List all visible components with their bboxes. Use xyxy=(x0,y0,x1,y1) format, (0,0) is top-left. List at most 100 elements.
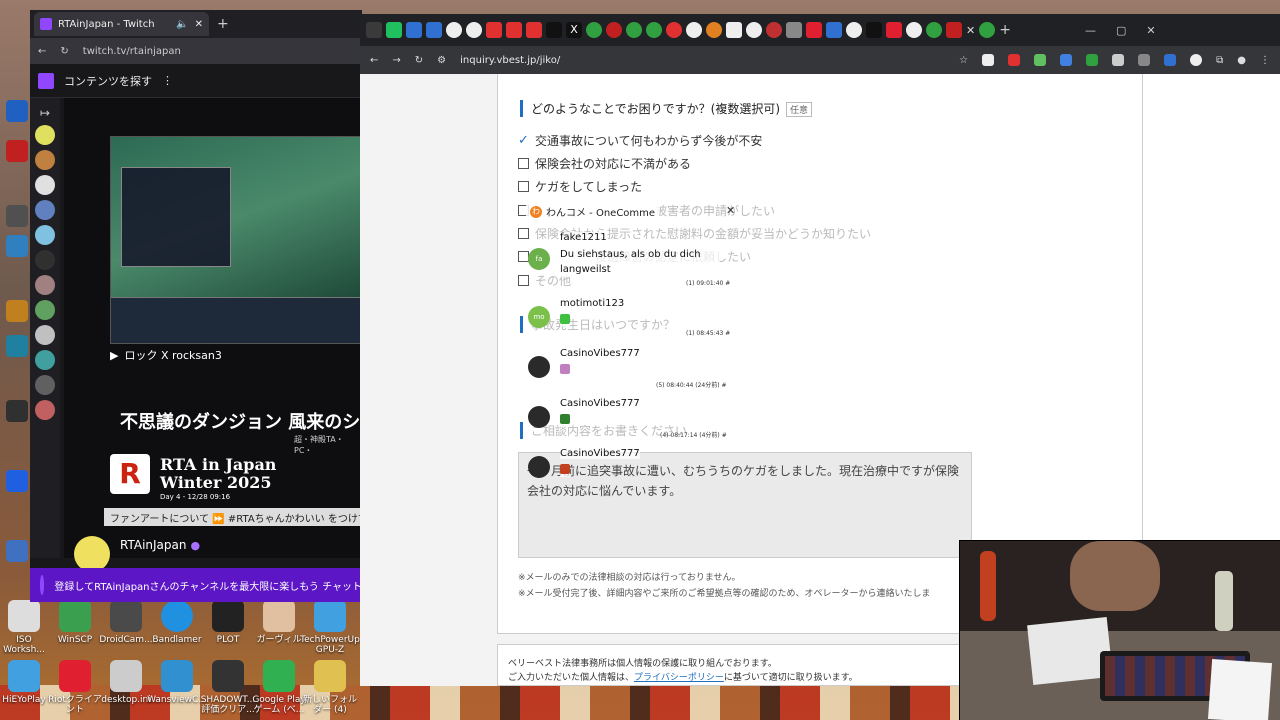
channel-avatar[interactable] xyxy=(35,375,55,395)
bookmark-star-icon[interactable]: ☆ xyxy=(959,55,968,66)
tab-icon[interactable] xyxy=(586,22,602,38)
tab-icon[interactable] xyxy=(626,22,642,38)
desktop-icon[interactable]: 新しいフォルダー (4) xyxy=(300,660,360,715)
video-player[interactable] xyxy=(110,136,362,344)
tab-icon[interactable] xyxy=(786,22,802,38)
tab-icon[interactable] xyxy=(446,22,462,38)
back-icon[interactable]: ← xyxy=(38,46,46,57)
channel-avatar[interactable] xyxy=(35,350,55,370)
extension-icon[interactable] xyxy=(1086,54,1099,66)
channel-avatar[interactable] xyxy=(74,536,110,572)
forward-icon[interactable]: → xyxy=(392,55,400,66)
tab-icon[interactable] xyxy=(926,22,942,38)
desktop-app-icon[interactable] xyxy=(6,300,28,322)
browse-link[interactable]: コンテンツを探す xyxy=(64,73,152,89)
extension-icon[interactable] xyxy=(982,54,995,66)
x-icon[interactable]: X xyxy=(566,22,582,38)
channel-name-row[interactable]: RTAinJapan ● xyxy=(120,538,200,552)
channel-avatar[interactable] xyxy=(35,325,55,345)
url-field[interactable]: inquiry.vbest.jp/jiko/ xyxy=(460,55,560,66)
more-icon[interactable]: ⋮ xyxy=(162,74,173,87)
game-menu xyxy=(121,167,231,267)
tab-icon[interactable] xyxy=(766,22,782,38)
new-tab-icon[interactable]: + xyxy=(217,16,229,32)
window-close-icon[interactable]: ✕ xyxy=(1146,24,1155,37)
tab-icon[interactable] xyxy=(386,22,402,38)
tab-icon[interactable] xyxy=(666,22,682,38)
desktop-app-icon[interactable] xyxy=(6,335,28,357)
close-tab-icon[interactable]: ✕ xyxy=(966,24,975,37)
channel-avatar[interactable] xyxy=(35,150,55,170)
extension-icon[interactable] xyxy=(1060,54,1073,66)
tab-icon[interactable] xyxy=(426,22,442,38)
tab-icon[interactable] xyxy=(846,22,862,38)
close-icon[interactable]: ✕ xyxy=(195,19,203,30)
tab-icon[interactable] xyxy=(546,22,562,38)
extension-icon[interactable] xyxy=(1190,54,1203,66)
tab-icon[interactable] xyxy=(866,22,882,38)
tab-icon[interactable] xyxy=(906,22,922,38)
tab-icon[interactable] xyxy=(726,22,742,38)
extensions-puzzle-icon[interactable]: ⧉ xyxy=(1216,55,1223,66)
subscribe-promo[interactable]: 登録してRTAinJapanさんのチャンネルを最大限に楽しもう チャット xyxy=(30,568,362,602)
tab-icon[interactable] xyxy=(826,22,842,38)
site-info-icon[interactable]: ⚙ xyxy=(437,55,446,66)
tab-icon[interactable] xyxy=(806,22,822,38)
extension-icon[interactable] xyxy=(1138,54,1151,66)
extension-icon[interactable] xyxy=(1034,54,1047,66)
channel-avatar[interactable] xyxy=(35,125,55,145)
speaker-icon[interactable]: 🔈 xyxy=(176,19,188,30)
tab-icon[interactable] xyxy=(886,22,902,38)
tab-icon[interactable] xyxy=(706,22,722,38)
desktop-app-icon[interactable] xyxy=(6,140,28,162)
close-icon[interactable]: ✕ xyxy=(726,204,735,217)
option-checkbox[interactable]: ケガをしてしまった xyxy=(518,178,642,195)
minimize-icon[interactable]: — xyxy=(1085,24,1096,37)
collapse-icon[interactable]: ↦ xyxy=(30,106,60,120)
channel-avatar[interactable] xyxy=(35,400,55,420)
new-tab-icon[interactable]: + xyxy=(999,22,1011,38)
extension-icon[interactable] xyxy=(1164,54,1177,66)
tab-icon[interactable] xyxy=(506,22,522,38)
tab-icon[interactable] xyxy=(466,22,482,38)
tab-icon[interactable] xyxy=(526,22,542,38)
profile-icon[interactable]: ● xyxy=(1237,55,1246,66)
menu-icon[interactable]: ⋮ xyxy=(1260,55,1270,66)
twitch-logo-icon[interactable] xyxy=(38,72,54,89)
privacy-policy-link[interactable]: プライバシーポリシー xyxy=(634,673,724,683)
tab-twitch[interactable]: RTAinJapan - Twitch 🔈 ✕ xyxy=(34,12,209,36)
tab-icon[interactable] xyxy=(486,22,502,38)
back-icon[interactable]: ← xyxy=(370,55,378,66)
tab-icon[interactable] xyxy=(946,22,962,38)
desktop-icon[interactable]: TechPowerUp GPU-Z xyxy=(300,600,360,655)
tab-icon[interactable] xyxy=(406,22,422,38)
channel-avatar[interactable] xyxy=(35,250,55,270)
reload-icon[interactable]: ↻ xyxy=(60,46,68,57)
active-tab-icon[interactable] xyxy=(979,22,996,38)
checkbox[interactable] xyxy=(518,158,529,169)
extension-icon[interactable] xyxy=(1008,54,1021,66)
channel-avatar[interactable] xyxy=(35,200,55,220)
desktop-app-icon[interactable] xyxy=(6,400,28,422)
option-checkbox[interactable]: ✓ 交通事故について何もわからず今後が不安 xyxy=(518,132,762,149)
tab-icon[interactable] xyxy=(646,22,662,38)
desktop-app-icon[interactable] xyxy=(6,100,28,122)
reload-icon[interactable]: ↻ xyxy=(415,55,423,66)
channel-avatar[interactable] xyxy=(35,225,55,245)
desktop-app-icon[interactable] xyxy=(6,205,28,227)
tab-icon[interactable] xyxy=(746,22,762,38)
channel-avatar[interactable] xyxy=(35,275,55,295)
url-field[interactable]: twitch.tv/rtainjapan xyxy=(83,46,181,57)
desktop-app-icon[interactable] xyxy=(6,470,28,492)
maximize-icon[interactable]: ▢ xyxy=(1116,24,1126,37)
tab-icon[interactable] xyxy=(686,22,702,38)
extension-icon[interactable] xyxy=(1112,54,1125,66)
desktop-app-icon[interactable] xyxy=(6,540,28,562)
tab-icon[interactable] xyxy=(606,22,622,38)
channel-avatar[interactable] xyxy=(35,175,55,195)
checkbox[interactable] xyxy=(518,181,529,192)
option-checkbox[interactable]: 保険会社の対応に不満がある xyxy=(518,155,691,172)
desktop-app-icon[interactable] xyxy=(6,235,28,257)
channel-avatar[interactable] xyxy=(35,300,55,320)
tab-icon[interactable] xyxy=(366,22,382,38)
